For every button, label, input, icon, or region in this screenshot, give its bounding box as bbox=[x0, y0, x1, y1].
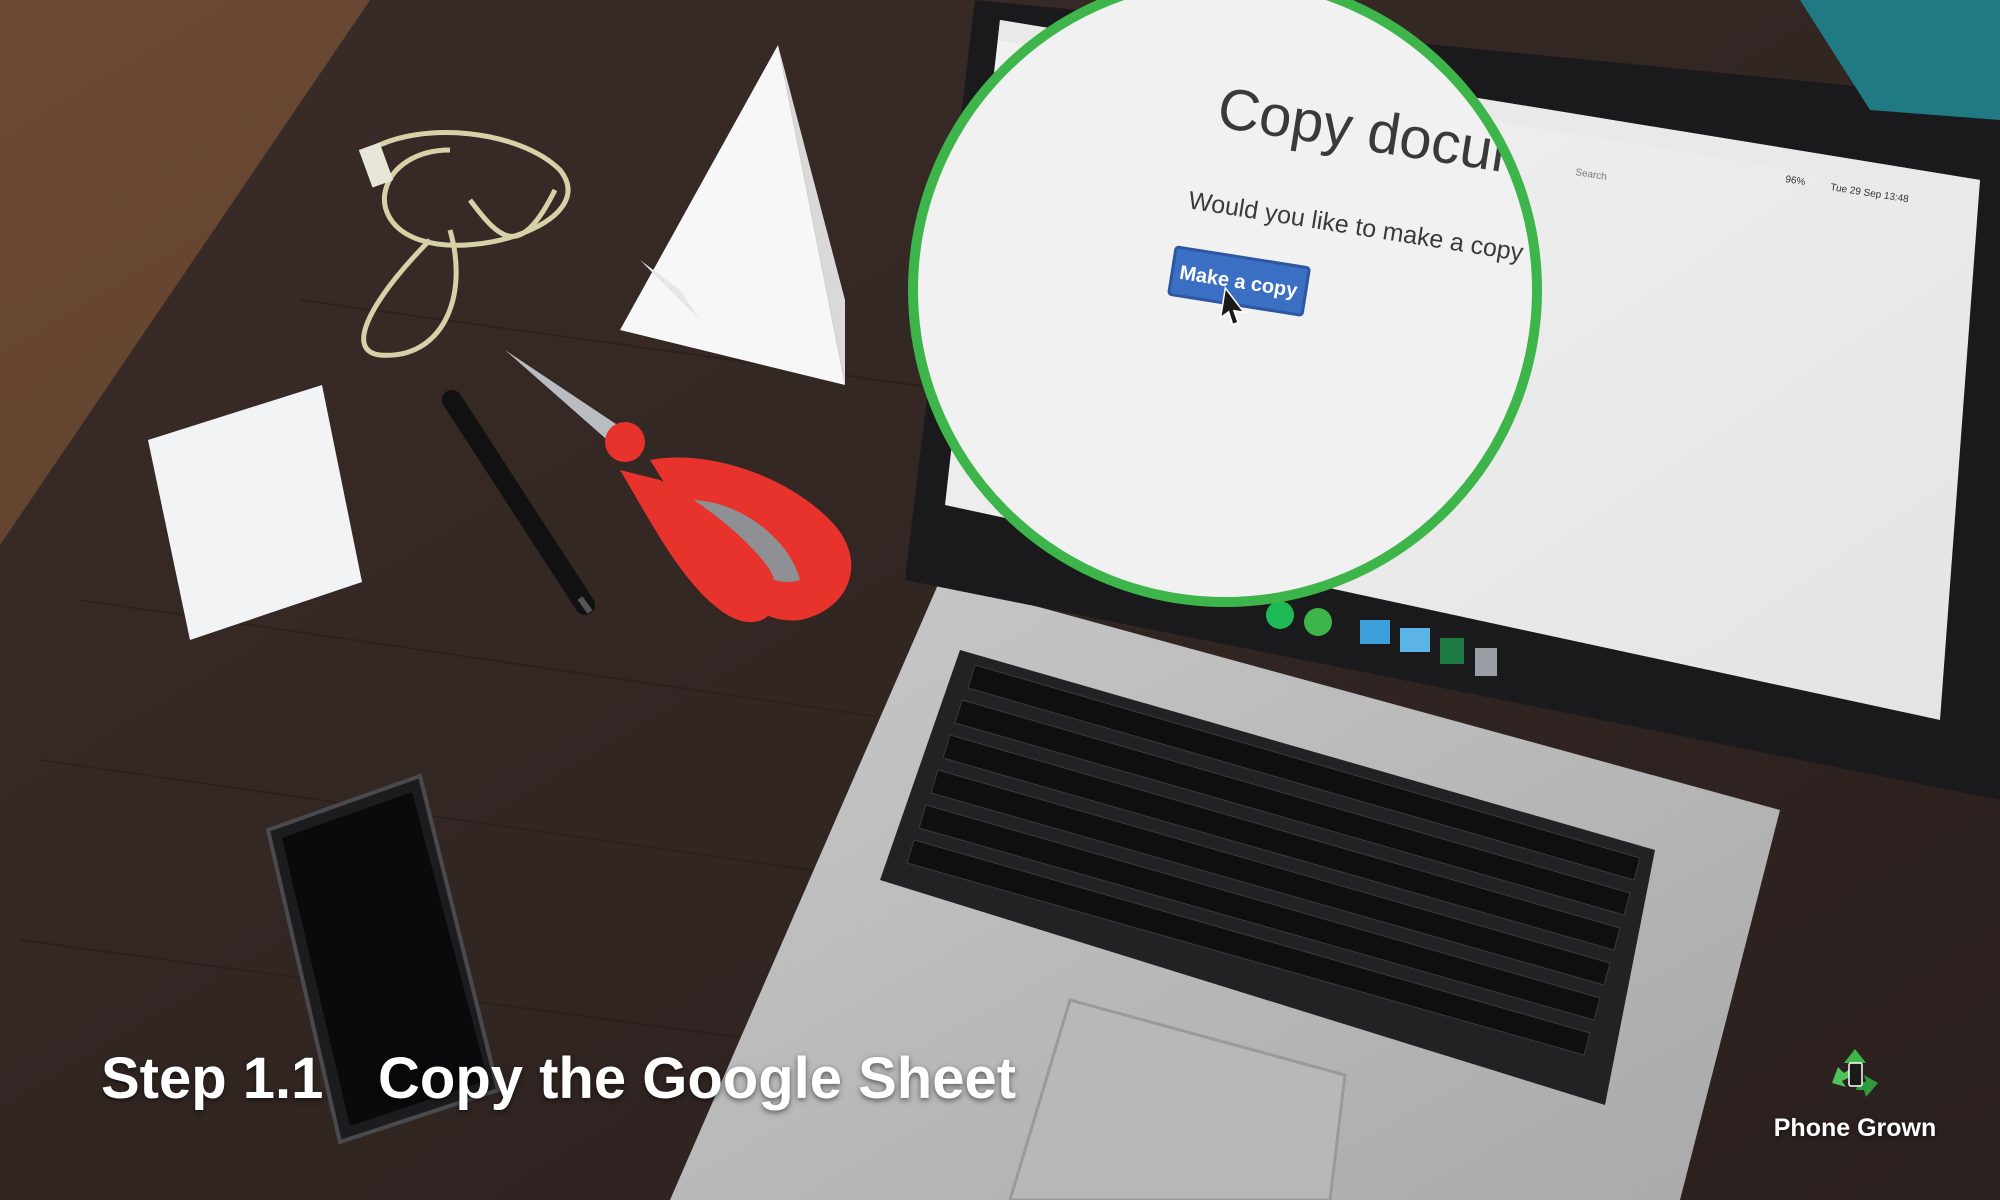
recycle-phone-logo-icon bbox=[1832, 1049, 1878, 1097]
excel-dock-icon[interactable] bbox=[1440, 638, 1464, 664]
atom-dock-icon[interactable] bbox=[1304, 608, 1332, 636]
spotify-dock-icon[interactable] bbox=[1266, 601, 1294, 629]
step-number: Step 1.1 bbox=[101, 1046, 324, 1111]
brand-name: Phone Grown bbox=[1773, 1114, 1937, 1142]
folder-dock-icon[interactable] bbox=[1360, 620, 1390, 644]
step-title: Copy the Google Sheet bbox=[378, 1046, 1017, 1111]
downloads-dock-icon[interactable] bbox=[1400, 628, 1430, 652]
trash-dock-icon[interactable] bbox=[1475, 648, 1497, 676]
brand-logo: Phone Grown bbox=[1760, 1045, 1950, 1143]
desk-scene: Tue 29 Sep 13:48 96% Search Copy documen… bbox=[0, 0, 2000, 1200]
